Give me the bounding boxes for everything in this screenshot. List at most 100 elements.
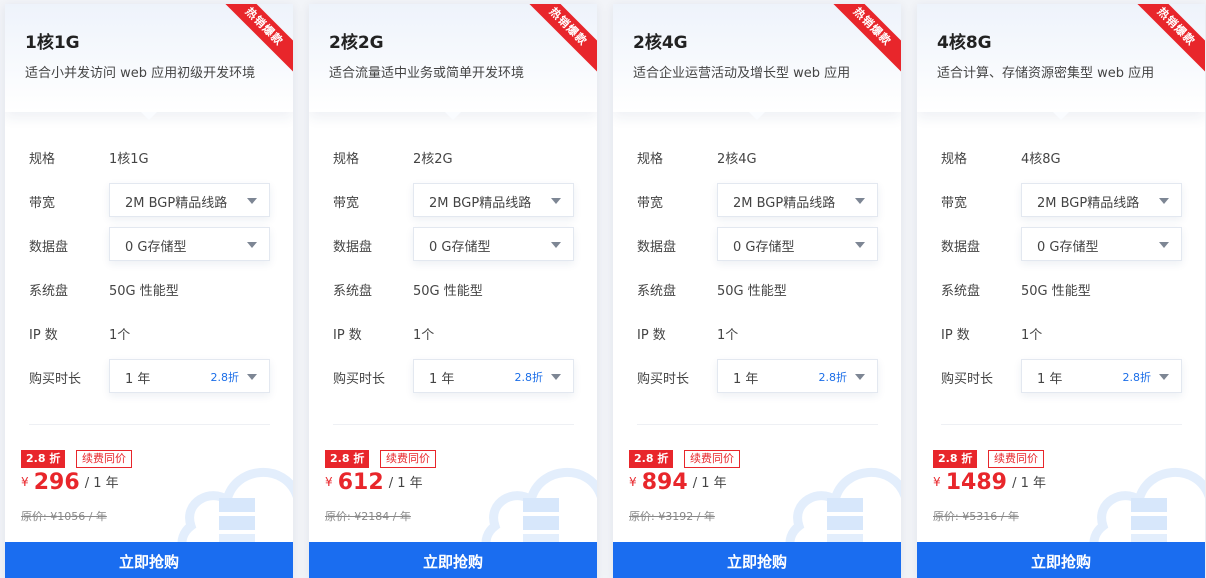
data-disk-select[interactable]: 0 G存储型	[717, 227, 878, 261]
dropdown-caret-icon	[855, 374, 865, 380]
divider	[637, 424, 878, 425]
duration-label: 购买时长	[333, 372, 386, 387]
bandwidth-label: 带宽	[941, 196, 968, 211]
ribbon-label: 热销爆款	[825, 4, 901, 74]
pricing-card-4c8g: 4核8G 适合计算、存储资源密集型 web 应用 热销爆款 规格 4核8G 带宽…	[917, 4, 1205, 578]
ip-value: 1个	[109, 328, 131, 343]
duration-label: 购买时长	[637, 372, 690, 387]
ribbon-label: 热销爆款	[217, 4, 293, 74]
renew-badge: 续费同价	[380, 450, 436, 468]
price-period: / 1 年	[1012, 476, 1046, 491]
spec-value: 2核4G	[717, 152, 757, 167]
price-line: ¥ 894 / 1 年	[629, 470, 727, 495]
spec-value: 2核2G	[413, 152, 453, 167]
data-disk-selected: 0 G存储型	[733, 240, 795, 255]
price-value: 296	[33, 470, 80, 495]
plan-subtitle: 适合流量适中业务或简单开发环境	[329, 66, 525, 81]
ribbon-label: 热销爆款	[1129, 4, 1205, 74]
spec-label: 规格	[333, 152, 360, 167]
dropdown-caret-icon	[247, 198, 257, 204]
duration-discount: 2.8折	[514, 371, 544, 384]
currency-symbol: ¥	[325, 475, 333, 489]
plan-subtitle: 适合企业运营活动及增长型 web 应用	[633, 66, 851, 81]
duration-selected: 1 年	[733, 372, 759, 387]
data-disk-select[interactable]: 0 G存储型	[109, 227, 270, 261]
bandwidth-select[interactable]: 2M BGP精品线路	[413, 183, 574, 217]
hot-sale-ribbon: 热销爆款	[825, 4, 901, 80]
hot-sale-ribbon: 热销爆款	[521, 4, 597, 80]
duration-select[interactable]: 1 年 2.8折	[717, 359, 878, 393]
data-disk-select[interactable]: 0 G存储型	[413, 227, 574, 261]
pricing-card-2c2g: 2核2G 适合流量适中业务或简单开发环境 热销爆款 规格 2核2G 带宽 2M …	[309, 4, 597, 578]
buy-now-button[interactable]: 立即抢购	[917, 542, 1205, 578]
data-disk-selected: 0 G存储型	[429, 240, 491, 255]
dropdown-caret-icon	[551, 198, 561, 204]
dropdown-caret-icon	[855, 198, 865, 204]
spec-label: 规格	[941, 152, 968, 167]
divider	[333, 424, 574, 425]
ribbon-label: 热销爆款	[521, 4, 597, 74]
price-value: 1489	[945, 470, 1007, 495]
divider	[29, 424, 270, 425]
duration-selected: 1 年	[1037, 372, 1063, 387]
plan-title: 1核1G	[25, 33, 80, 53]
dropdown-caret-icon	[247, 242, 257, 248]
bandwidth-label: 带宽	[637, 196, 664, 211]
duration-selected: 1 年	[429, 372, 455, 387]
bandwidth-label: 带宽	[29, 196, 56, 211]
data-disk-label: 数据盘	[333, 240, 373, 255]
buy-now-button[interactable]: 立即抢购	[613, 542, 901, 578]
system-disk-value: 50G 性能型	[413, 284, 483, 299]
currency-symbol: ¥	[933, 475, 941, 489]
bandwidth-select[interactable]: 2M BGP精品线路	[109, 183, 270, 217]
duration-discount: 2.8折	[210, 371, 240, 384]
buy-now-button[interactable]: 立即抢购	[309, 542, 597, 578]
bandwidth-select[interactable]: 2M BGP精品线路	[1021, 183, 1182, 217]
system-disk-value: 50G 性能型	[1021, 284, 1091, 299]
ip-label: IP 数	[29, 328, 58, 343]
system-disk-label: 系统盘	[29, 284, 69, 299]
duration-select[interactable]: 1 年 2.8折	[1021, 359, 1182, 393]
price-value: 612	[337, 470, 384, 495]
duration-select[interactable]: 1 年 2.8折	[109, 359, 270, 393]
ip-label: IP 数	[637, 328, 666, 343]
renew-badge: 续费同价	[988, 450, 1044, 468]
bandwidth-label: 带宽	[333, 196, 360, 211]
duration-label: 购买时长	[29, 372, 82, 387]
original-price: 原价: ¥5316 / 年	[933, 510, 1019, 523]
discount-badge: 2.8 折	[325, 450, 370, 468]
dropdown-caret-icon	[247, 374, 257, 380]
price-line: ¥ 612 / 1 年	[325, 470, 423, 495]
data-disk-select[interactable]: 0 G存储型	[1021, 227, 1182, 261]
price-period: / 1 年	[388, 476, 423, 491]
system-disk-label: 系统盘	[333, 284, 373, 299]
pricing-card-2c4g: 2核4G 适合企业运营活动及增长型 web 应用 热销爆款 规格 2核4G 带宽…	[613, 4, 901, 578]
duration-select[interactable]: 1 年 2.8折	[413, 359, 574, 393]
data-disk-selected: 0 G存储型	[1037, 240, 1099, 255]
dropdown-caret-icon	[855, 242, 865, 248]
discount-badge: 2.8 折	[21, 450, 66, 468]
original-price: 原价: ¥3192 / 年	[629, 510, 715, 523]
ip-label: IP 数	[333, 328, 362, 343]
price-value: 894	[641, 470, 688, 495]
original-price: 原价: ¥1056 / 年	[21, 510, 107, 523]
price-line: ¥ 1489 / 1 年	[933, 470, 1046, 495]
price-line: ¥ 296 / 1 年	[21, 470, 119, 495]
hot-sale-ribbon: 热销爆款	[217, 4, 293, 80]
divider	[941, 424, 1182, 425]
duration-discount: 2.8折	[818, 371, 848, 384]
spec-value: 4核8G	[1021, 152, 1061, 167]
duration-label: 购买时长	[941, 372, 994, 387]
renew-badge: 续费同价	[76, 450, 132, 468]
bandwidth-select[interactable]: 2M BGP精品线路	[717, 183, 878, 217]
bandwidth-selected: 2M BGP精品线路	[125, 196, 228, 211]
dropdown-caret-icon	[551, 374, 561, 380]
ip-value: 1个	[1021, 328, 1043, 343]
dropdown-caret-icon	[1159, 198, 1169, 204]
plan-title: 4核8G	[937, 33, 992, 53]
buy-now-button[interactable]: 立即抢购	[5, 542, 293, 578]
spec-value: 1核1G	[109, 152, 149, 167]
pricing-cards: 1核1G 适合小并发访问 web 应用初级开发环境 热销爆款 规格 1核1G 带…	[0, 0, 1206, 578]
hot-sale-ribbon: 热销爆款	[1129, 4, 1205, 80]
plan-subtitle: 适合计算、存储资源密集型 web 应用	[937, 66, 1155, 81]
